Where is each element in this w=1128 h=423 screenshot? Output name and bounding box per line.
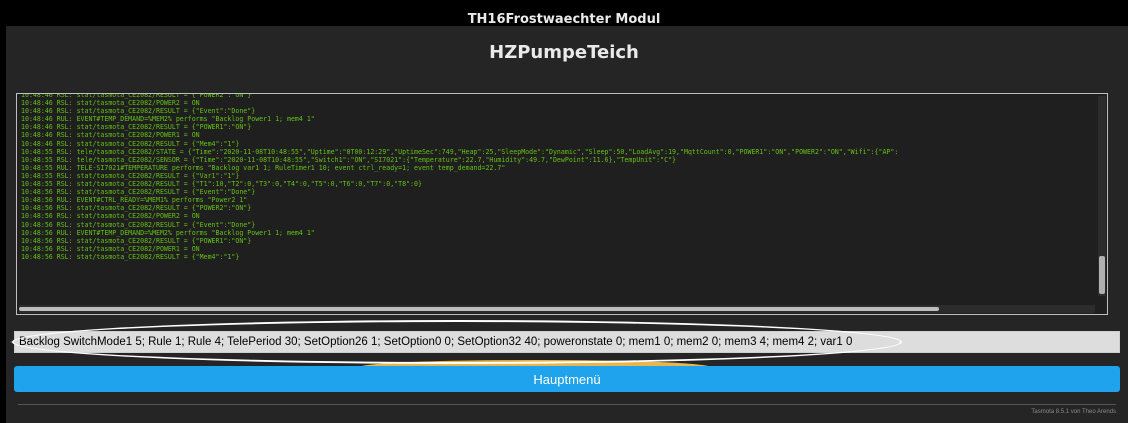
console-line: 10:48:56 RSL: stat/tasmota_CE2082/RESULT… [21, 252, 240, 261]
console-lines: 10:48:46 RSL: stat/tasmota_CE2082/RESULT… [21, 94, 1093, 261]
console-line: 10:48:46 RSL: stat/tasmota_CE2082/POWER2… [21, 99, 200, 108]
console-line: 10:48:56 RSL: stat/tasmota_CE2082/POWER1… [21, 244, 200, 253]
device-name: HZPumpeTeich [489, 42, 639, 63]
console-vertical-scrollbar[interactable] [1098, 96, 1106, 296]
footer-version: Tasmota 8.5.1 von Theo Arends [1031, 409, 1116, 415]
console-line: 10:48:55 RSL: tele/tasmota_CE2082/SENSOR… [21, 155, 677, 164]
console-line: 10:48:56 RUL: EVENT#TEMP_DEMAND=%MEM2% p… [21, 228, 315, 237]
console-line: 10:48:56 RSL: stat/tasmota_CE2082/RESULT… [21, 188, 256, 197]
module-name: TH16Frostwaechter Modul [467, 12, 661, 27]
console-log[interactable]: 10:48:46 RSL: stat/tasmota_CE2082/RESULT… [16, 93, 1108, 315]
command-field[interactable] [14, 331, 1120, 353]
console-line: 10:48:56 RSL: stat/tasmota_CE2082/RESULT… [21, 236, 252, 245]
console-line: 10:48:46 RSL: stat/tasmota_CE2082/POWER1… [21, 131, 200, 140]
footer-divider [18, 404, 1116, 405]
console-line: 10:48:56 RSL: stat/tasmota_CE2082/POWER2… [21, 212, 200, 221]
console-line: 10:48:55 RSL: stat/tasmota_CE2082/RESULT… [21, 171, 240, 180]
console-line: 10:48:56 RSL: stat/tasmota_CE2082/RESULT… [21, 220, 256, 229]
console-horizontal-scrollbar[interactable] [19, 305, 1095, 313]
main-menu-button[interactable]: Hauptmenü [14, 366, 1120, 392]
console-line: 10:48:55 RUL: TELE-SI7021#TEMPERATURE pe… [21, 163, 506, 172]
console-horizontal-scroll-thumb[interactable] [19, 307, 939, 311]
console-line: 10:48:55 RSL: stat/tasmota_CE2082/RESULT… [21, 180, 422, 189]
console-line: 10:48:46 RSL: stat/tasmota_CE2082/RESULT… [21, 107, 256, 116]
console-line: 10:48:46 RUL: EVENT#TEMP_DEMAND=%MEM2% p… [21, 115, 315, 124]
left-edge [0, 0, 6, 423]
command-input[interactable] [15, 332, 1119, 352]
console-line: 10:48:46 RSL: stat/tasmota_CE2082/RESULT… [21, 123, 252, 132]
console-line: 10:48:56 RSL: stat/tasmota_CE2082/RESULT… [21, 204, 252, 213]
console-line: 10:48:46 RSL: stat/tasmota_CE2082/RESULT… [21, 139, 240, 148]
console-line: 10:48:55 RSL: tele/tasmota_CE2082/STATE … [21, 147, 899, 156]
console-vertical-scroll-thumb[interactable] [1099, 256, 1105, 294]
console-line: 10:48:56 RUL: EVENT#CTRL_READY=%MEM1% pe… [21, 196, 248, 205]
